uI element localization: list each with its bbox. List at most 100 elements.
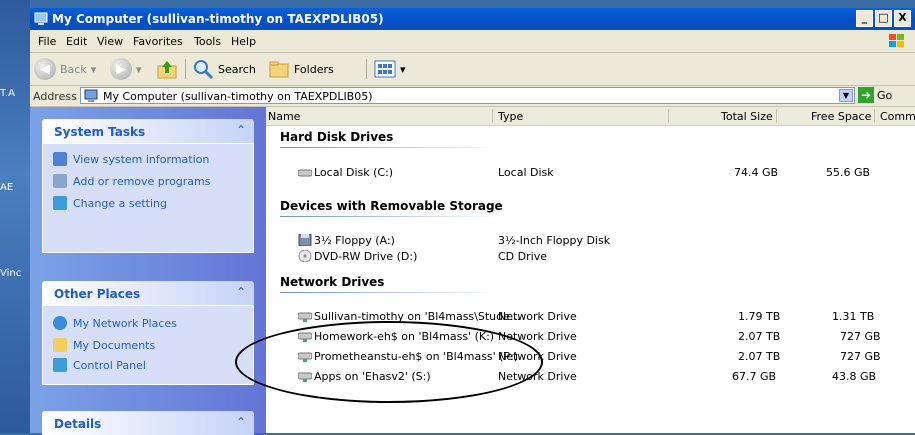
menu-tools[interactable]: Tools (194, 35, 221, 48)
menu-edit[interactable]: Edit (66, 35, 87, 48)
network-drive-icon (298, 352, 312, 362)
group-divider (280, 292, 500, 293)
search-icon (194, 60, 214, 80)
toolbar-separator (366, 59, 367, 79)
address-bar: Address My Computer (sullivan-timothy on… (30, 86, 915, 107)
search-button[interactable]: Search (192, 57, 256, 81)
column-header-total-size[interactable]: Total Size (721, 110, 773, 123)
column-divider[interactable] (668, 109, 669, 123)
drive-name: DVD-RW Drive (D:) (314, 250, 418, 263)
link-label: Control Panel (73, 358, 146, 372)
drive-free-space: 55.6 GB (826, 166, 871, 179)
drive-name: Homework-eh$ on 'Bl4mass' (K:) (314, 330, 495, 343)
back-button[interactable]: ◀ Back ▾ (34, 57, 96, 81)
drive-type: Network Drive (498, 350, 577, 363)
group-header-hard-disks: Hard Disk Drives (280, 130, 394, 144)
drive-type: Network Drive (498, 330, 577, 343)
control-panel-icon (53, 358, 67, 372)
drive-type: Network Drive (498, 370, 577, 383)
system-tasks-body: View system information Add or remove pr… (42, 143, 254, 253)
drive-total-size: 2.07 TB (738, 330, 781, 343)
back-label: Back (60, 62, 87, 76)
column-header-type[interactable]: Type (498, 110, 523, 123)
go-button[interactable]: ➜ Go (858, 87, 892, 103)
drive-row[interactable]: Homework-eh$ on 'Bl4mass' (K:) Network D… (266, 329, 915, 345)
drive-total-size: 74.4 GB (734, 166, 779, 179)
toolbar-separator (185, 59, 186, 79)
view-system-info-link[interactable]: View system information (53, 152, 209, 166)
column-divider[interactable] (492, 109, 493, 123)
link-label: My Documents (73, 338, 156, 352)
drive-name: Apps on 'Ehasv2' (S:) (314, 370, 431, 383)
desktop-label: AE (0, 182, 14, 193)
column-header-comments[interactable]: Comm (880, 110, 915, 123)
drive-type: Network Drive (498, 310, 577, 323)
panel-title: Details (54, 417, 102, 431)
drive-free-space: 727 GB (840, 330, 881, 343)
details-header[interactable]: Details ⌃ (42, 411, 254, 435)
explorer-window: My Computer (sullivan-timothy on TAEXPDL… (30, 8, 915, 435)
collapse-chevron-icon[interactable]: ⌃ (236, 415, 246, 429)
my-documents-link[interactable]: My Documents (53, 338, 155, 352)
change-setting-link[interactable]: Change a setting (53, 196, 167, 210)
network-drive-icon (298, 332, 312, 342)
control-panel-link[interactable]: Control Panel (53, 358, 146, 372)
menu-favorites[interactable]: Favorites (133, 35, 183, 48)
minimize-button[interactable]: _ (856, 10, 873, 27)
add-remove-programs-link[interactable]: Add or remove programs (53, 174, 211, 188)
forward-button[interactable]: ▶ ▾ (110, 57, 142, 81)
column-header-name[interactable]: Name (268, 110, 300, 123)
menu-help[interactable]: Help (231, 35, 256, 48)
column-divider[interactable] (776, 109, 777, 123)
windows-logo-icon (889, 34, 904, 47)
add-remove-icon (53, 174, 67, 188)
panel-title: Other Places (54, 287, 141, 301)
column-divider[interactable] (874, 109, 875, 123)
address-value: My Computer (sullivan-timothy on TAEXPDL… (103, 90, 373, 103)
drive-type: CD Drive (498, 250, 547, 263)
address-dropdown-button[interactable]: ▼ (839, 89, 853, 102)
close-button[interactable]: X (894, 10, 911, 27)
window-title: My Computer (sullivan-timothy on TAEXPDL… (52, 12, 384, 26)
collapse-chevron-icon[interactable]: ⌃ (236, 123, 246, 137)
desktop-label: T.A (0, 88, 15, 99)
drive-row[interactable]: DVD-RW Drive (D:) CD Drive (266, 249, 915, 265)
drive-row[interactable]: Sullivan-timothy on 'Bl4mass\Stude... Ne… (266, 309, 915, 325)
title-bar[interactable]: My Computer (sullivan-timothy on TAEXPDL… (30, 8, 915, 30)
folders-button[interactable]: Folders (268, 57, 334, 81)
drive-type: 3½-Inch Floppy Disk (498, 234, 611, 247)
back-arrow-icon: ◀ (34, 58, 56, 80)
my-computer-icon (34, 12, 48, 25)
link-label: Change a setting (73, 196, 167, 210)
hard-disk-icon (298, 169, 312, 177)
network-drive-icon (298, 312, 312, 322)
system-tasks-header[interactable]: System Tasks ⌃ (42, 119, 254, 143)
desktop-strip: T.A AE Vinc (0, 0, 30, 433)
menu-view[interactable]: View (97, 35, 123, 48)
maximize-button[interactable]: □ (875, 10, 892, 27)
drive-name: 3½ Floppy (A:) (314, 234, 395, 247)
up-folder-button[interactable] (156, 57, 178, 81)
drive-list: Name Type Total Size Free Space Comm Har… (266, 107, 915, 433)
my-network-places-link[interactable]: My Network Places (53, 316, 177, 330)
other-places-header[interactable]: Other Places ⌃ (42, 281, 254, 305)
drive-row[interactable]: Apps on 'Ehasv2' (S:) Network Drive 67.7… (266, 369, 915, 385)
column-header-free-space[interactable]: Free Space (811, 110, 871, 123)
address-field[interactable]: My Computer (sullivan-timothy on TAEXPDL… (80, 87, 855, 104)
collapse-chevron-icon[interactable]: ⌃ (236, 285, 246, 299)
drive-free-space: 1.31 TB (832, 310, 875, 323)
drive-total-size: 1.79 TB (738, 310, 781, 323)
drive-name: Sullivan-timothy on 'Bl4mass\Stude... (314, 310, 521, 323)
network-places-icon (53, 316, 67, 330)
dvd-icon (298, 250, 312, 262)
drive-free-space: 43.8 GB (832, 370, 877, 383)
drive-row[interactable]: Prometheanstu-eh$ on 'Bl4mass' (P:) Netw… (266, 349, 915, 365)
system-info-icon (53, 152, 67, 166)
drive-row[interactable]: Local Disk (C:) Local Disk 74.4 GB 55.6 … (266, 165, 915, 181)
drive-total-size: 67.7 GB (732, 370, 777, 383)
drive-total-size: 2.07 TB (738, 350, 781, 363)
views-button[interactable]: ▾ (374, 57, 406, 81)
menu-file[interactable]: File (38, 35, 56, 48)
drive-row[interactable]: 3½ Floppy (A:) 3½-Inch Floppy Disk (266, 233, 915, 249)
task-pane: System Tasks ⌃ View system information A… (30, 107, 266, 435)
